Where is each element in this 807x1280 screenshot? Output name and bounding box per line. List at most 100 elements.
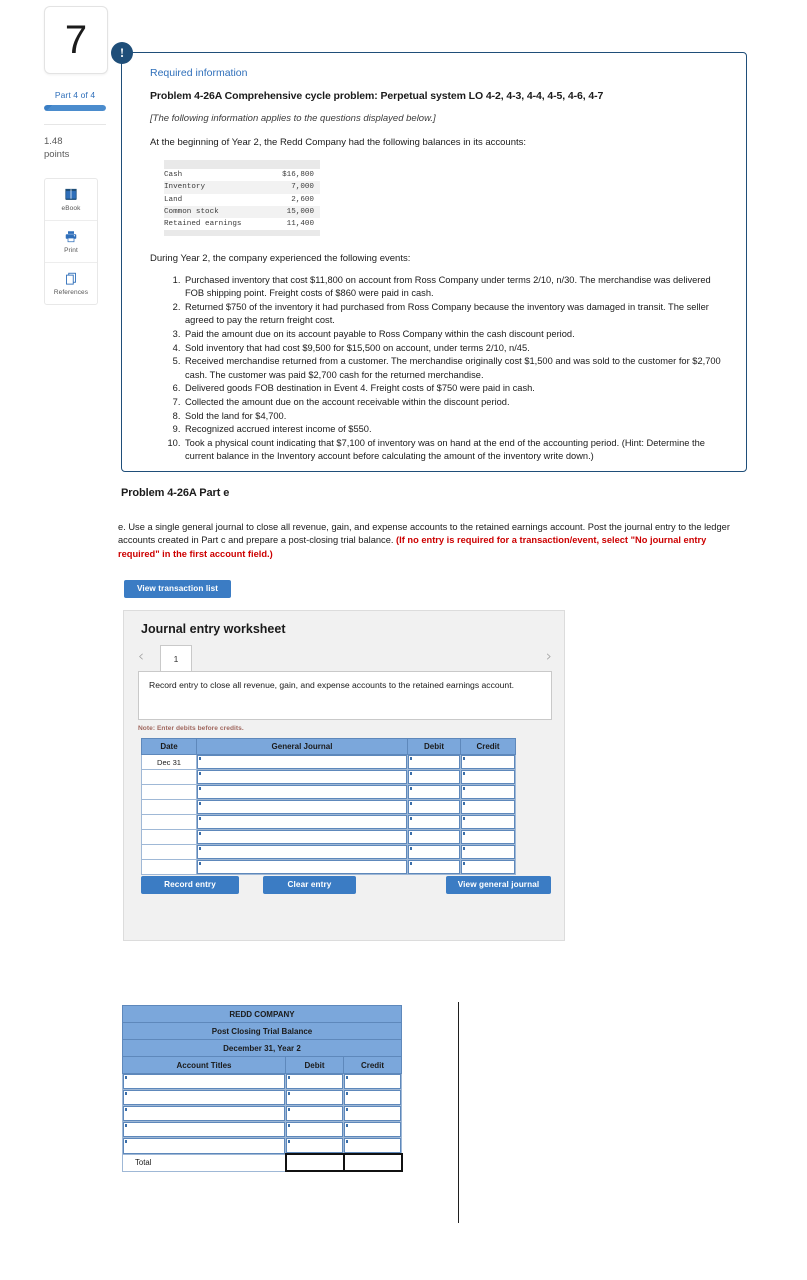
- journal-debit-cell[interactable]: [407, 784, 461, 800]
- debit-input[interactable]: [408, 815, 460, 829]
- journal-date-cell[interactable]: [141, 799, 197, 815]
- journal-account-cell[interactable]: [196, 754, 408, 770]
- journal-credit-cell[interactable]: [460, 814, 516, 830]
- account-title-input[interactable]: [123, 1090, 285, 1105]
- print-button[interactable]: Print: [45, 221, 97, 263]
- account-select[interactable]: [197, 755, 407, 769]
- debit-input[interactable]: [286, 1122, 343, 1137]
- credit-input[interactable]: [344, 1074, 401, 1089]
- account-select[interactable]: [197, 815, 407, 829]
- debit-input[interactable]: [408, 830, 460, 844]
- chevron-left-icon[interactable]: ‹: [138, 649, 144, 664]
- account-select[interactable]: [197, 800, 407, 814]
- required-information-heading: Required information: [150, 67, 248, 79]
- account-select[interactable]: [197, 770, 407, 784]
- journal-date-cell[interactable]: [141, 859, 197, 875]
- credit-input[interactable]: [344, 1138, 401, 1153]
- account-title-input[interactable]: [123, 1074, 285, 1089]
- debit-input[interactable]: [408, 800, 460, 814]
- clear-entry-button[interactable]: Clear entry: [263, 876, 356, 894]
- credit-input[interactable]: [461, 860, 515, 874]
- tb-debit-cell[interactable]: [285, 1073, 344, 1090]
- journal-debit-cell[interactable]: [407, 814, 461, 830]
- account-title-input[interactable]: [123, 1138, 285, 1154]
- tb-debit-cell[interactable]: [285, 1121, 344, 1138]
- journal-debit-cell[interactable]: [407, 859, 461, 875]
- worksheet-tab-1[interactable]: 1: [160, 645, 192, 671]
- journal-date-cell[interactable]: [141, 784, 197, 800]
- credit-input[interactable]: [461, 770, 515, 784]
- credit-input[interactable]: [461, 845, 515, 859]
- tb-debit-cell[interactable]: [285, 1089, 344, 1106]
- credit-input[interactable]: [344, 1090, 401, 1105]
- account-select[interactable]: [197, 860, 407, 874]
- journal-account-cell[interactable]: [196, 769, 408, 785]
- tb-credit-cell[interactable]: [343, 1137, 402, 1155]
- journal-account-cell[interactable]: [196, 799, 408, 815]
- journal-date-cell[interactable]: Dec 31: [141, 754, 197, 770]
- view-general-journal-button[interactable]: View general journal: [446, 876, 551, 894]
- points-unit: points: [44, 148, 70, 160]
- journal-debit-cell[interactable]: [407, 769, 461, 785]
- record-entry-button[interactable]: Record entry: [141, 876, 239, 894]
- journal-date-cell[interactable]: [141, 829, 197, 845]
- journal-account-cell[interactable]: [196, 844, 408, 860]
- tb-debit-cell[interactable]: [285, 1105, 344, 1122]
- journal-account-cell[interactable]: [196, 829, 408, 845]
- credit-input[interactable]: [344, 1106, 401, 1121]
- journal-credit-cell[interactable]: [460, 844, 516, 860]
- journal-date-cell[interactable]: [141, 769, 197, 785]
- debit-input[interactable]: [286, 1138, 343, 1153]
- debit-input[interactable]: [408, 860, 460, 874]
- tb-title-cell[interactable]: [122, 1089, 286, 1106]
- account-select[interactable]: [197, 830, 407, 844]
- tb-title-cell[interactable]: [122, 1105, 286, 1122]
- tb-title-cell[interactable]: [122, 1137, 286, 1155]
- credit-input[interactable]: [461, 800, 515, 814]
- journal-debit-cell[interactable]: [407, 844, 461, 860]
- references-button[interactable]: References: [45, 263, 97, 304]
- account-select[interactable]: [197, 785, 407, 799]
- tb-total-debit[interactable]: [284, 1153, 345, 1172]
- tb-total-credit[interactable]: [342, 1153, 403, 1172]
- credit-input[interactable]: [344, 1122, 401, 1137]
- journal-credit-cell[interactable]: [460, 754, 516, 770]
- credit-input[interactable]: [461, 830, 515, 844]
- journal-credit-cell[interactable]: [460, 799, 516, 815]
- debit-input[interactable]: [286, 1106, 343, 1121]
- credit-input[interactable]: [461, 785, 515, 799]
- tb-title-cell[interactable]: [122, 1121, 286, 1138]
- journal-debit-cell[interactable]: [407, 829, 461, 845]
- journal-date-cell[interactable]: [141, 844, 197, 860]
- journal-credit-cell[interactable]: [460, 859, 516, 875]
- account-title-input[interactable]: [123, 1122, 285, 1137]
- journal-account-cell[interactable]: [196, 814, 408, 830]
- ebook-button[interactable]: eBook: [45, 179, 97, 221]
- credit-input[interactable]: [461, 815, 515, 829]
- account-select[interactable]: [197, 845, 407, 859]
- journal-account-cell[interactable]: [196, 784, 408, 800]
- account-title-input[interactable]: [123, 1106, 285, 1121]
- tb-credit-cell[interactable]: [343, 1073, 402, 1090]
- journal-credit-cell[interactable]: [460, 769, 516, 785]
- debit-input[interactable]: [286, 1090, 343, 1105]
- debit-input[interactable]: [408, 770, 460, 784]
- debit-input[interactable]: [408, 755, 460, 769]
- journal-account-cell[interactable]: [196, 859, 408, 875]
- credit-input[interactable]: [461, 755, 515, 769]
- view-transaction-list-button[interactable]: View transaction list: [124, 580, 231, 598]
- tb-debit-cell[interactable]: [285, 1137, 344, 1155]
- debit-input[interactable]: [286, 1074, 343, 1089]
- journal-credit-cell[interactable]: [460, 784, 516, 800]
- tb-title-cell[interactable]: [122, 1073, 286, 1090]
- tb-credit-cell[interactable]: [343, 1121, 402, 1138]
- debit-input[interactable]: [408, 785, 460, 799]
- chevron-right-icon[interactable]: ›: [546, 649, 552, 664]
- debit-input[interactable]: [408, 845, 460, 859]
- tb-credit-cell[interactable]: [343, 1105, 402, 1122]
- journal-debit-cell[interactable]: [407, 754, 461, 770]
- tb-credit-cell[interactable]: [343, 1089, 402, 1106]
- journal-debit-cell[interactable]: [407, 799, 461, 815]
- journal-date-cell[interactable]: [141, 814, 197, 830]
- journal-credit-cell[interactable]: [460, 829, 516, 845]
